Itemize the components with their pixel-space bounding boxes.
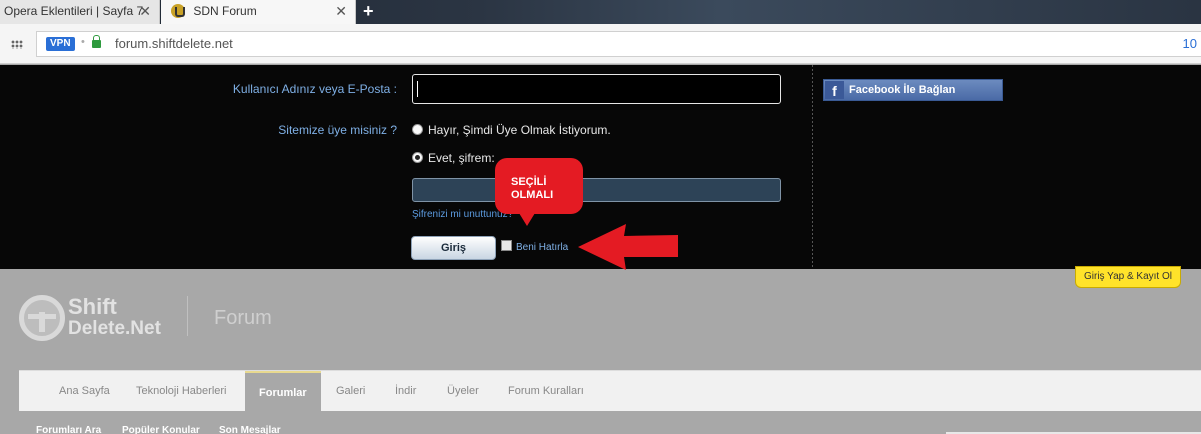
subnav-latest-posts[interactable]: Son Mesajlar bbox=[219, 425, 281, 434]
nav-forums[interactable]: Forumlar bbox=[245, 371, 321, 412]
remember-me-label[interactable]: Beni Hatırla bbox=[516, 242, 568, 253]
subnav-search-forums[interactable]: Forumları Ara bbox=[36, 425, 101, 434]
annotation-arrow-icon bbox=[578, 224, 678, 270]
vertical-divider bbox=[812, 65, 813, 269]
login-register-button[interactable]: Giriş Yap & Kayıt Ol bbox=[1075, 266, 1181, 288]
subnav-popular-topics[interactable]: Popüler Konular bbox=[122, 425, 200, 434]
url-field[interactable]: VPN • forum.shiftdelete.net 10 bbox=[36, 31, 1201, 57]
section-title: Forum bbox=[214, 307, 272, 329]
nav-forum-rules[interactable]: Forum Kuralları bbox=[508, 371, 584, 412]
facebook-icon: f bbox=[825, 81, 844, 99]
logo-divider bbox=[187, 296, 188, 336]
vpn-badge[interactable]: VPN bbox=[46, 37, 75, 51]
username-input[interactable] bbox=[412, 74, 781, 104]
password-input[interactable] bbox=[412, 178, 781, 202]
facebook-connect-label: Facebook İle Bağlan bbox=[849, 84, 956, 96]
separator-dot: • bbox=[81, 36, 85, 48]
remember-me-checkbox[interactable] bbox=[501, 240, 512, 251]
radio-have-password[interactable] bbox=[412, 152, 423, 163]
member-question-label: Sitemize üye misiniz ? bbox=[278, 123, 397, 137]
sdn-favicon-icon bbox=[171, 4, 185, 18]
tab-label: Opera Eklentileri | Sayfa 7 bbox=[4, 4, 144, 18]
new-tab-button[interactable]: + bbox=[363, 0, 374, 22]
radio-have-password-label[interactable]: Evet, şifrem: bbox=[428, 151, 495, 165]
nav-home[interactable]: Ana Sayfa bbox=[59, 371, 110, 412]
tab-opera-addons[interactable]: Opera Eklentileri | Sayfa 7 ✕ bbox=[0, 0, 160, 24]
logo-text-line2[interactable]: Delete.Net bbox=[68, 318, 161, 340]
url-text[interactable]: forum.shiftdelete.net bbox=[115, 36, 233, 51]
close-icon[interactable]: ✕ bbox=[139, 0, 151, 23]
nav-download[interactable]: İndir bbox=[395, 371, 416, 412]
address-bar: VPN • forum.shiftdelete.net 10 bbox=[0, 24, 1201, 64]
browser-tab-bar: Opera Eklentileri | Sayfa 7 ✕ SDN Forum … bbox=[0, 0, 1201, 24]
nav-gallery[interactable]: Galeri bbox=[336, 371, 365, 412]
lock-icon[interactable] bbox=[92, 35, 101, 48]
sub-nav: Forumları Ara Popüler Konular Son Mesajl… bbox=[19, 411, 1201, 434]
zoom-level[interactable]: 10 bbox=[1183, 36, 1197, 51]
nav-members[interactable]: Üyeler bbox=[447, 371, 479, 412]
annotation-callout: SEÇİLİ OLMALI bbox=[495, 158, 583, 226]
radio-register-now-label[interactable]: Hayır, Şimdi Üye Olmak İstiyorum. bbox=[428, 123, 611, 137]
main-nav: Ana Sayfa Teknoloji Haberleri Forumlar G… bbox=[19, 370, 1201, 412]
nav-tech-news[interactable]: Teknoloji Haberleri bbox=[136, 371, 227, 412]
facebook-connect-button[interactable]: f Facebook İle Bağlan bbox=[823, 79, 1003, 101]
shiftdelete-logo-icon[interactable] bbox=[19, 295, 65, 341]
tab-sdn-forum[interactable]: SDN Forum ✕ bbox=[161, 0, 356, 24]
username-label: Kullanıcı Adınız veya E-Posta : bbox=[232, 82, 397, 96]
logo-text-line1[interactable]: Shift bbox=[68, 294, 117, 320]
speed-dial-icon[interactable] bbox=[11, 40, 23, 49]
radio-register-now[interactable] bbox=[412, 124, 423, 135]
tab-label: SDN Forum bbox=[193, 4, 257, 18]
close-icon[interactable]: ✕ bbox=[335, 0, 347, 23]
login-button[interactable]: Giriş bbox=[411, 236, 496, 260]
